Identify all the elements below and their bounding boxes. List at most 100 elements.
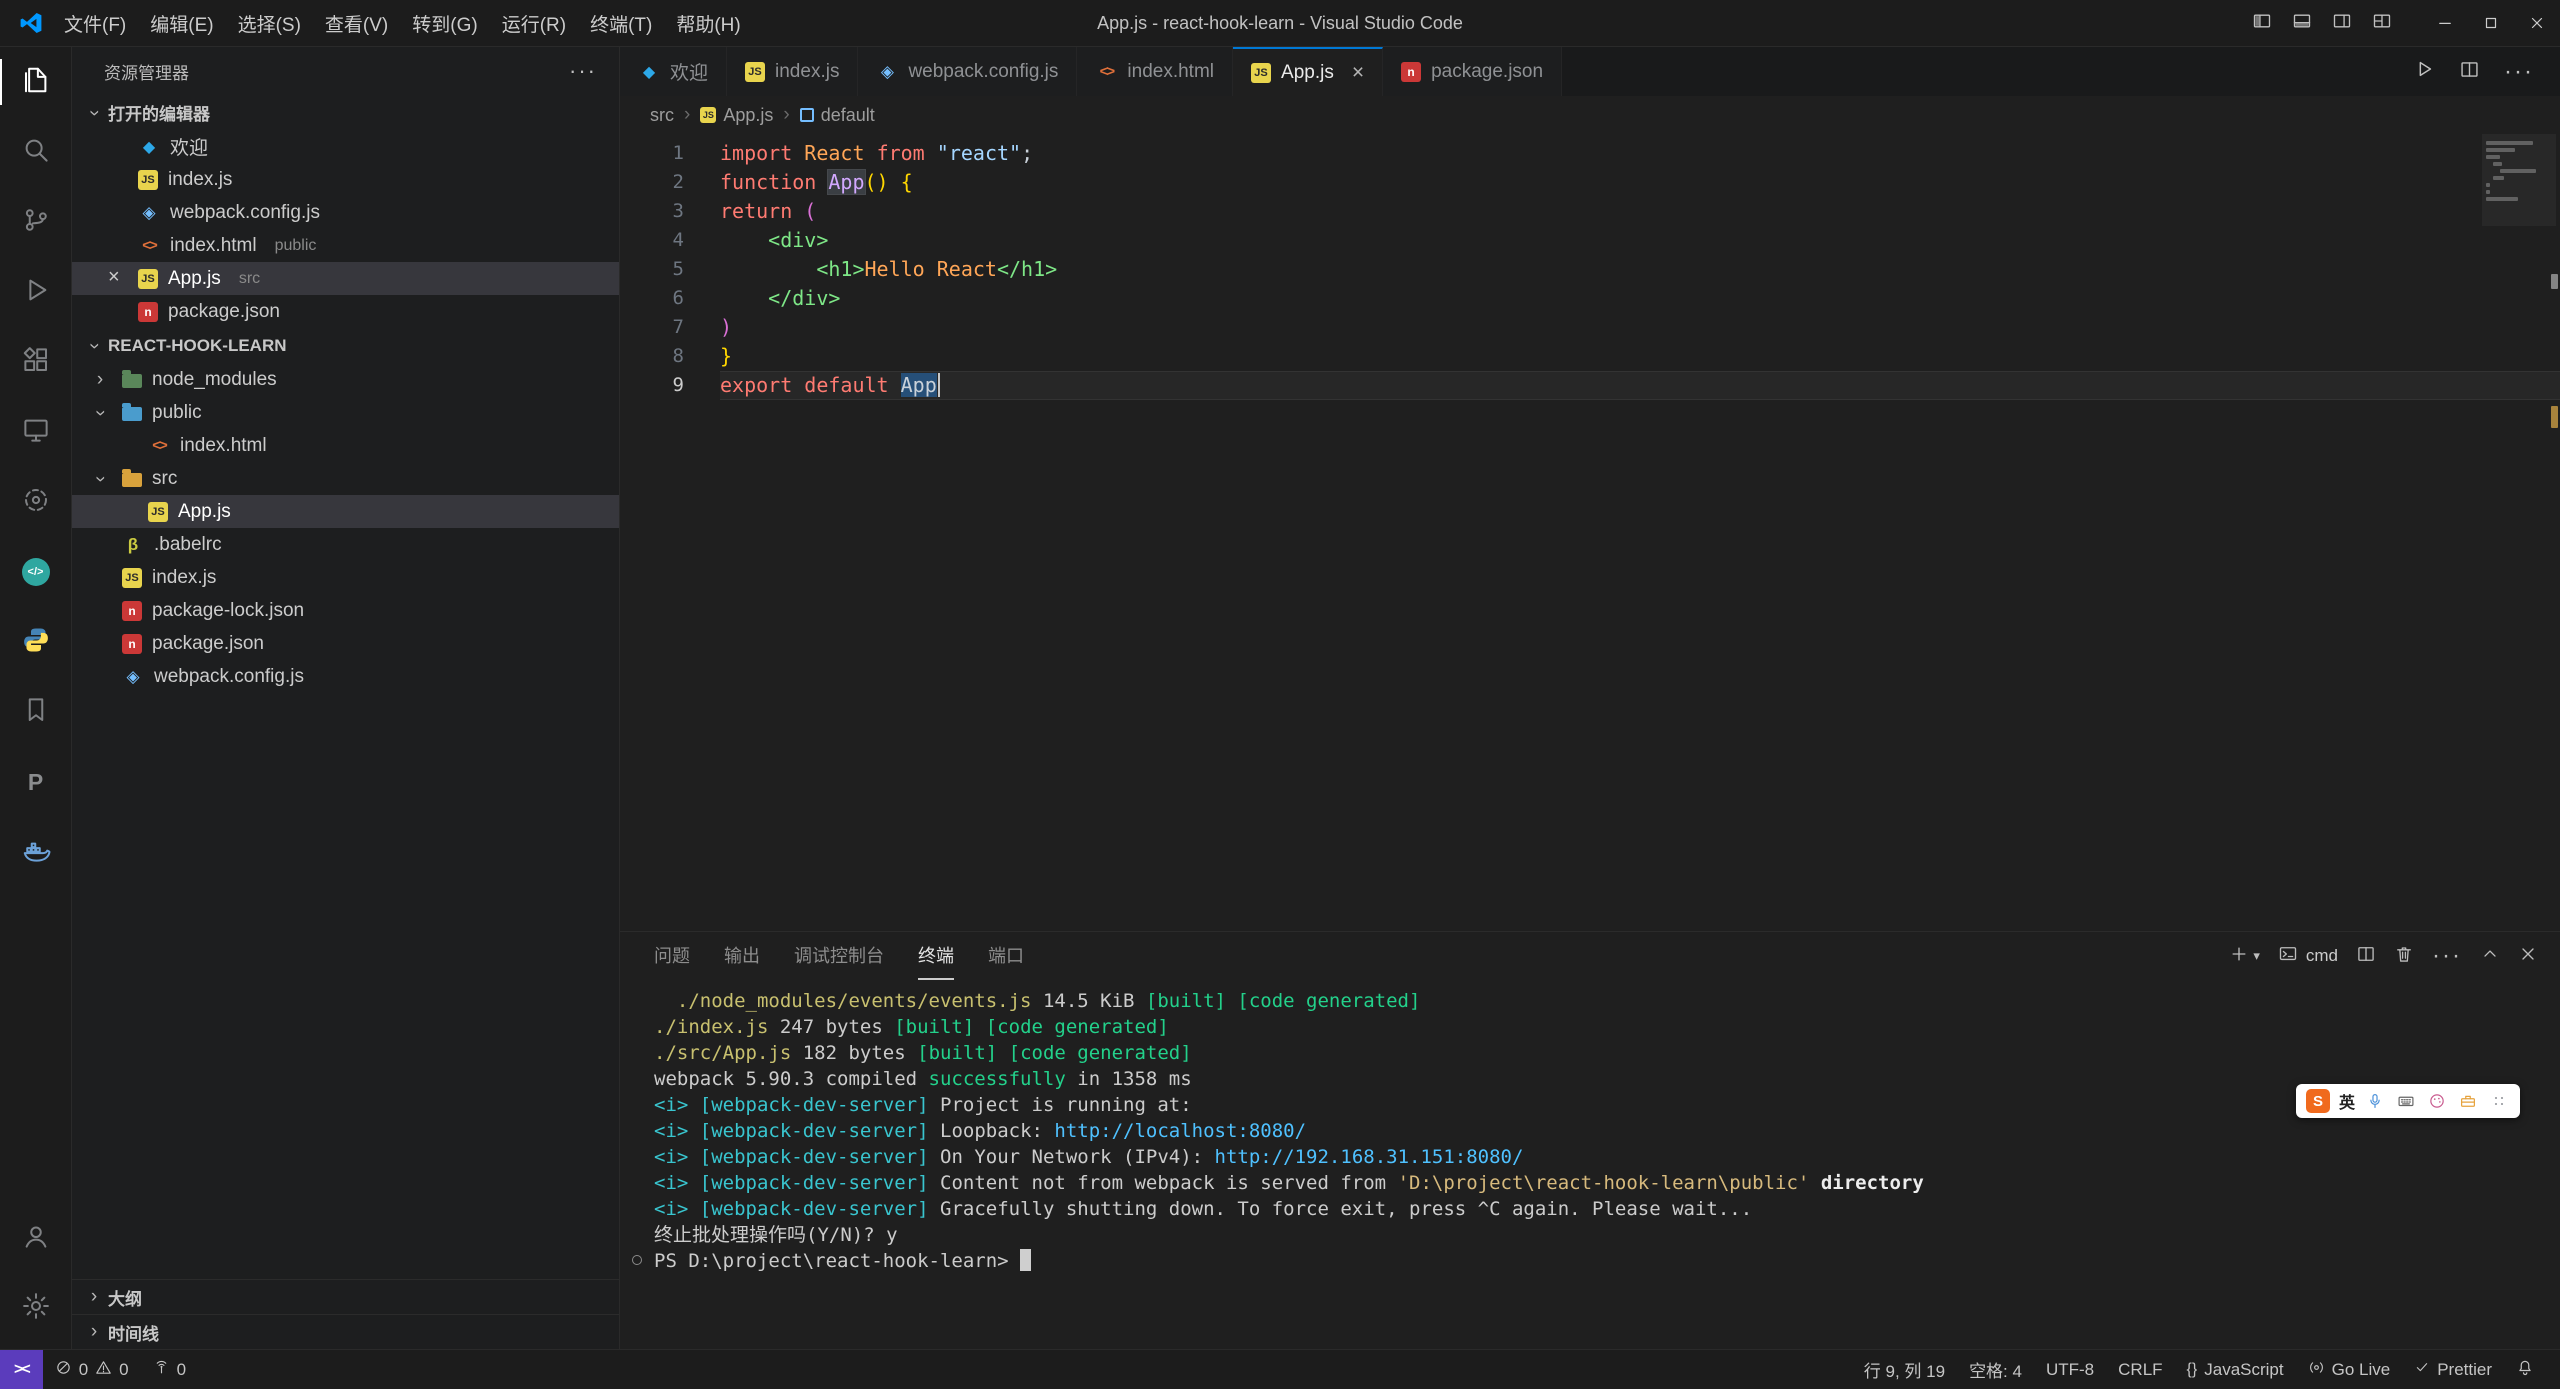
close-window-button[interactable] xyxy=(2514,0,2560,47)
activity-manage[interactable] xyxy=(0,1273,71,1343)
editor-tab-webpack-config-js[interactable]: ◈webpack.config.js xyxy=(858,47,1077,96)
terminal-link[interactable]: http://localhost:8080/ xyxy=(1054,1120,1306,1142)
line-number[interactable]: 2 xyxy=(620,168,720,197)
tree-item-public[interactable]: ›public xyxy=(72,396,619,429)
panel-tab-item[interactable]: 调试控制台 xyxy=(794,932,884,980)
menu-item-r[interactable]: 运行(R) xyxy=(490,0,578,47)
panel-tab-item[interactable]: 输出 xyxy=(724,932,760,980)
activity-ai-assistant[interactable]: </> xyxy=(0,537,71,607)
menu-item-f[interactable]: 文件(F) xyxy=(52,0,138,47)
editor-more-actions-icon[interactable]: ··· xyxy=(2504,58,2534,86)
command-decoration-icon[interactable] xyxy=(632,1255,642,1265)
activity-source-control[interactable] xyxy=(0,187,71,257)
menu-item-e[interactable]: 编辑(E) xyxy=(138,0,225,47)
open-editor-index-js[interactable]: JSindex.js xyxy=(72,163,619,196)
menu-item-s[interactable]: 选择(S) xyxy=(226,0,313,47)
code-line-5[interactable]: <h1>Hello React</h1> xyxy=(720,255,2560,284)
line-number[interactable]: 9 xyxy=(620,371,720,400)
encoding[interactable]: UTF-8 xyxy=(2034,1350,2106,1389)
toolbox-icon[interactable] xyxy=(2457,1090,2479,1112)
editor-tab-item[interactable]: ◆欢迎 xyxy=(620,47,727,96)
code-line-9[interactable]: export default App xyxy=(720,371,2560,400)
open-editor-app-js[interactable]: ×JSApp.jssrc xyxy=(72,262,619,295)
line-number[interactable]: 8 xyxy=(620,342,720,371)
more-grid-icon[interactable] xyxy=(2488,1090,2510,1112)
toggle-panel-icon[interactable] xyxy=(2292,11,2312,36)
explorer-more-actions-icon[interactable]: ··· xyxy=(569,58,597,84)
eol[interactable]: CRLF xyxy=(2106,1350,2174,1389)
menu-item-t[interactable]: 终端(T) xyxy=(578,0,664,47)
line-number[interactable]: 5 xyxy=(620,255,720,284)
go-live-button[interactable]: Go Live xyxy=(2296,1350,2403,1389)
code-line-4[interactable]: <div> xyxy=(720,226,2560,255)
line-number[interactable]: 1 xyxy=(620,139,720,168)
mic-icon[interactable] xyxy=(2364,1090,2386,1112)
open-editor-webpack-config-js[interactable]: ◈webpack.config.js xyxy=(72,196,619,229)
ports-indicator[interactable]: 0 xyxy=(141,1350,198,1389)
tree-item-index-html[interactable]: ›<>index.html xyxy=(72,429,619,462)
tree-item-node-modules[interactable]: ›node_modules xyxy=(72,363,619,396)
new-terminal-dropdown[interactable]: ▾ xyxy=(2229,944,2260,969)
cursor-position[interactable]: 行 9, 列 19 xyxy=(1852,1350,1957,1389)
customize-layout-icon[interactable] xyxy=(2372,11,2392,36)
minimize-button[interactable] xyxy=(2422,0,2468,47)
code-line-2[interactable]: function App() { xyxy=(720,168,2560,197)
panel-tab-item[interactable]: 端口 xyxy=(988,932,1024,980)
tree-item-index-js[interactable]: ›JSindex.js xyxy=(72,561,619,594)
tree-item-src[interactable]: ›src xyxy=(72,462,619,495)
close-panel-icon[interactable] xyxy=(2518,944,2538,969)
tree-item-package-json[interactable]: ›npackage.json xyxy=(72,627,619,660)
terminal-profile[interactable]: cmd xyxy=(2278,944,2338,969)
remote-indicator[interactable]: >< xyxy=(0,1350,43,1389)
tree-item-webpack-config-js[interactable]: ›◈webpack.config.js xyxy=(72,660,619,693)
maximize-panel-icon[interactable] xyxy=(2480,944,2500,969)
split-terminal-icon[interactable] xyxy=(2356,944,2376,969)
notifications-bell[interactable] xyxy=(2504,1350,2546,1389)
open-editor-index-html[interactable]: <>index.htmlpublic xyxy=(72,229,619,262)
line-number[interactable]: 6 xyxy=(620,284,720,313)
timeline-section-header[interactable]: › 时间线 xyxy=(72,1314,619,1349)
open-editor-item[interactable]: ◆欢迎 xyxy=(72,130,619,163)
terminal[interactable]: ./node_modules/events/events.js 14.5 KiB… xyxy=(620,980,2560,1349)
panel-more-actions-icon[interactable]: ··· xyxy=(2432,942,2462,970)
breadcrumb-item-folder[interactable]: src xyxy=(650,105,674,126)
code-line-8[interactable]: } xyxy=(720,342,2560,371)
activity-bookmarks[interactable] xyxy=(0,677,71,747)
editor-tab-package-json[interactable]: npackage.json xyxy=(1383,47,1562,96)
run-code-icon[interactable] xyxy=(2413,58,2435,85)
keyboard-icon[interactable] xyxy=(2395,1090,2417,1112)
activity-run-and-debug[interactable] xyxy=(0,257,71,327)
activity-remote-explorer[interactable] xyxy=(0,397,71,467)
close-tab-icon[interactable]: × xyxy=(1352,61,1364,85)
breadcrumb-item-symbol[interactable]: default xyxy=(800,105,875,126)
minimap[interactable] xyxy=(2486,138,2542,204)
ime-language-toggle[interactable]: 英 xyxy=(2339,1089,2355,1113)
indentation[interactable]: 空格: 4 xyxy=(1957,1350,2034,1389)
activity-explorer[interactable] xyxy=(0,47,71,117)
editor-tab-app-js[interactable]: JSApp.js× xyxy=(1233,47,1383,96)
kill-terminal-icon[interactable] xyxy=(2394,944,2414,969)
split-editor-icon[interactable] xyxy=(2459,59,2480,85)
activity-accounts[interactable] xyxy=(0,1203,71,1273)
code-line-6[interactable]: </div> xyxy=(720,284,2560,313)
menu-item-h[interactable]: 帮助(H) xyxy=(664,0,752,47)
editor[interactable]: 123456789 import React from "react";func… xyxy=(620,134,2560,931)
outline-section-header[interactable]: › 大纲 xyxy=(72,1279,619,1314)
code-line-7[interactable]: ) xyxy=(720,313,2560,342)
activity-python[interactable] xyxy=(0,607,71,677)
line-number[interactable]: 7 xyxy=(620,313,720,342)
problems-indicator[interactable]: 0 0 xyxy=(43,1350,141,1389)
line-number[interactable]: 3 xyxy=(620,197,720,226)
editor-tab-index-js[interactable]: JSindex.js xyxy=(727,47,858,96)
panel-tab-item[interactable]: 问题 xyxy=(654,932,690,980)
activity-search[interactable] xyxy=(0,117,71,187)
tree-item-app-js[interactable]: ›JSApp.js xyxy=(72,495,619,528)
terminal-link[interactable]: http://192.168.31.151:8080/ xyxy=(1215,1146,1524,1168)
toggle-sidebar-icon[interactable] xyxy=(2252,11,2272,36)
activity-extensions[interactable] xyxy=(0,327,71,397)
maximize-button[interactable] xyxy=(2468,0,2514,47)
toggle-secondary-sidebar-icon[interactable] xyxy=(2332,11,2352,36)
code-line-3[interactable]: return ( xyxy=(720,197,2560,226)
skin-palette-icon[interactable] xyxy=(2426,1090,2448,1112)
sogou-logo[interactable]: S xyxy=(2306,1089,2330,1113)
